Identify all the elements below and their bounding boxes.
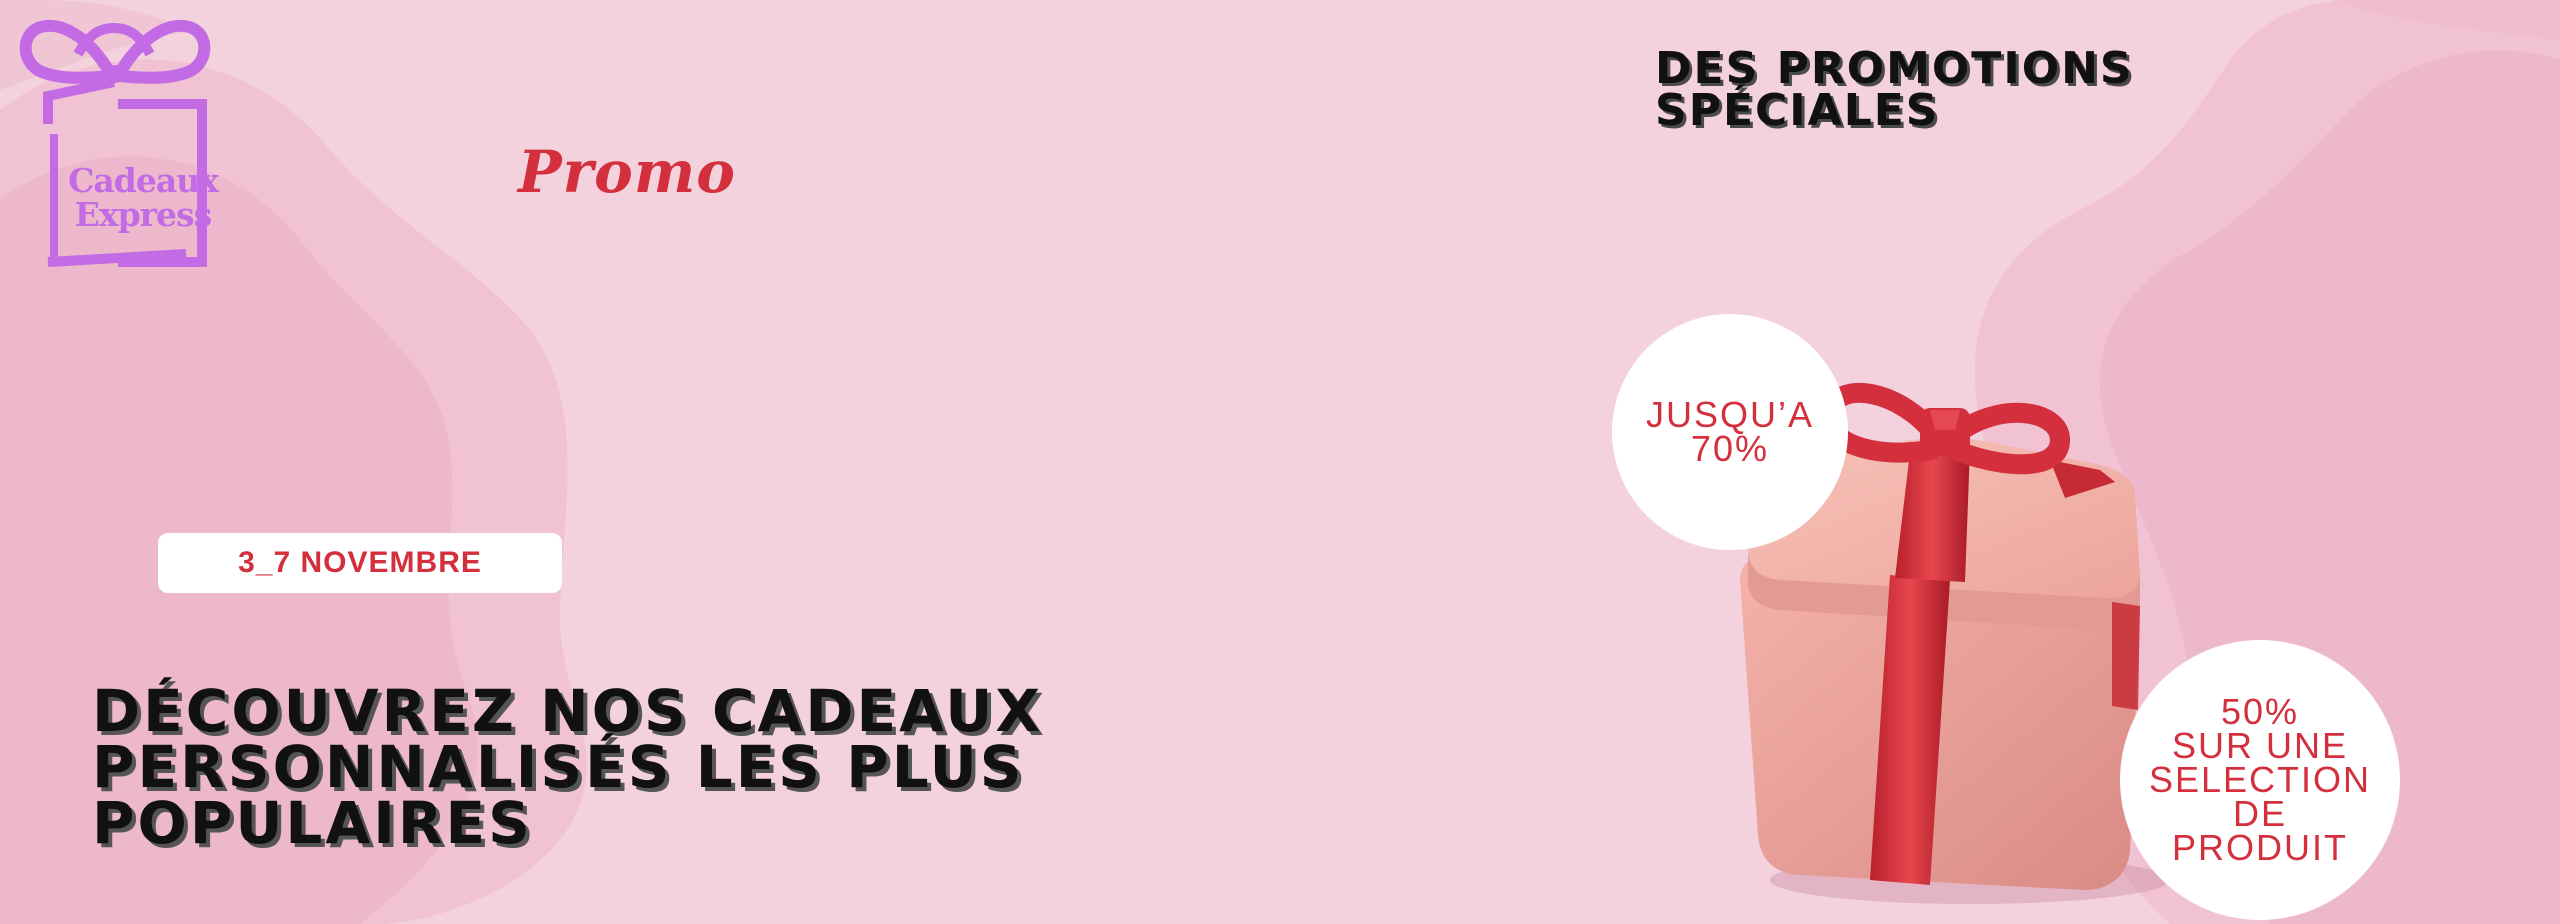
- special-promotions-heading-line-1: DES PROMOTIONS: [1655, 43, 2134, 94]
- date-badge-text: 3_7 NOVEMBRE: [238, 546, 482, 579]
- discount-badge-1-line-2: 70%: [1690, 428, 1770, 469]
- discount-badge-2-line-3: SELECTION: [2148, 759, 2372, 800]
- discount-badge-50-selection: 50% SUR UNE SELECTION DE PRODUIT: [2120, 640, 2400, 920]
- main-headline: DÉCOUVREZ NOS CADEAUX PERSONNALISÉS LES …: [92, 677, 1392, 857]
- discount-badge-1-line-1: JUSQU’A: [1645, 394, 1815, 435]
- discount-badge-2-line-1: 50%: [2220, 691, 2300, 732]
- discount-badge-2-line-2: SUR UNE: [2171, 725, 2349, 766]
- brand-logo[interactable]: Cadeaux Express: [18, 14, 219, 274]
- brand-name-line-1: Cadeaux: [68, 161, 219, 200]
- main-headline-line-2: PERSONNALISÉS LES PLUS: [92, 733, 1025, 801]
- date-badge: 3_7 NOVEMBRE: [158, 533, 562, 593]
- brand-name-line-2: Express: [74, 195, 212, 234]
- discount-badge-2-line-5: PRODUIT: [2172, 827, 2348, 868]
- gift-box-outline-icon: [19, 19, 211, 267]
- brand-name: Cadeaux Express: [68, 161, 219, 234]
- promo-script-label: Promo: [518, 138, 736, 206]
- main-headline-line-3: POPULAIRES: [92, 789, 533, 857]
- discount-badge-up-to-70: JUSQU’A 70%: [1612, 314, 1848, 550]
- special-promotions-heading-line-2: SPÉCIALES: [1655, 85, 1940, 136]
- special-promotions-heading: DES PROMOTIONS SPÉCIALES: [1655, 43, 2355, 136]
- discount-badge-2-line-4: DE: [2232, 793, 2287, 834]
- main-headline-line-1: DÉCOUVREZ NOS CADEAUX: [92, 677, 1044, 745]
